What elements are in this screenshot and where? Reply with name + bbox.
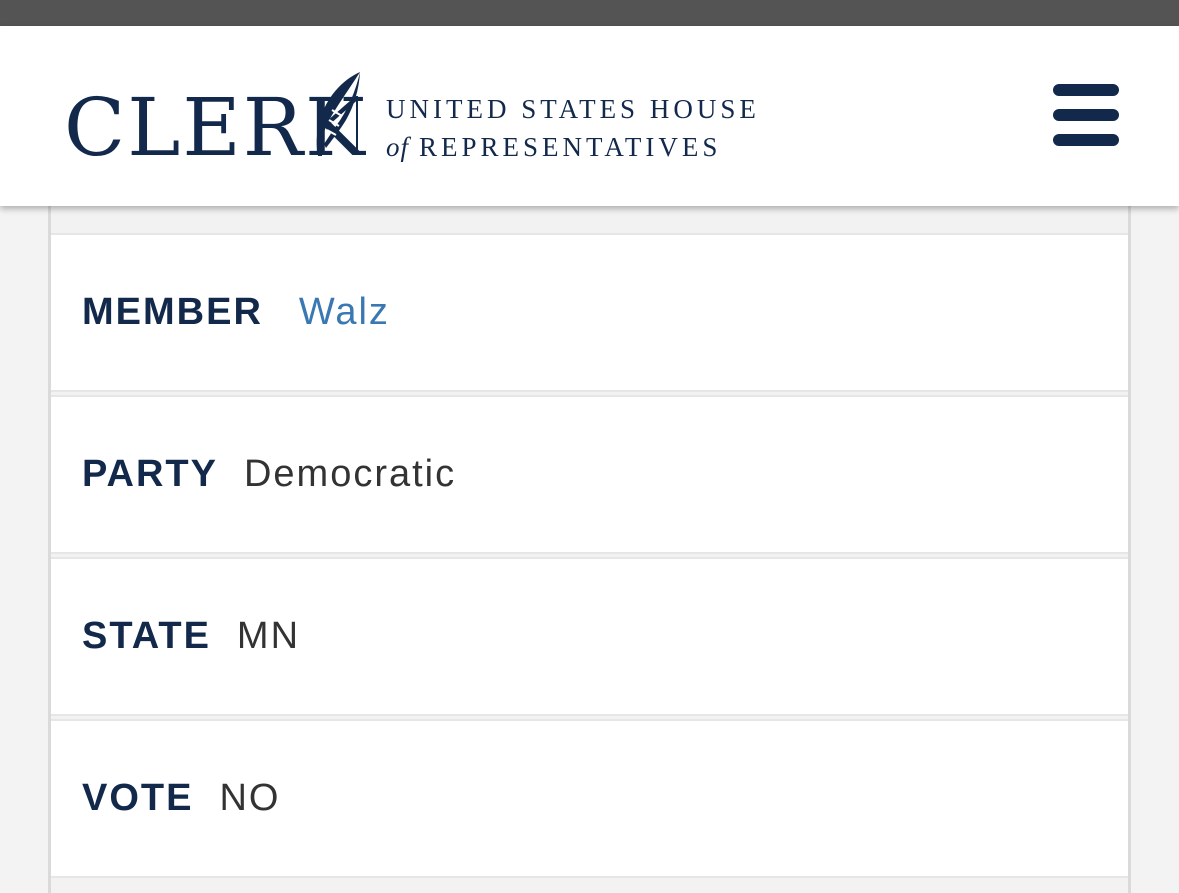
member-row: MEMBER Walz <box>51 233 1128 392</box>
house-title-line1: UNITED STATES HOUSE <box>386 94 760 124</box>
logo-divider <box>356 96 358 154</box>
house-title-of: of <box>386 132 410 162</box>
site-header: CLERK UNITED STATES HOUSE of REPRESENTATI… <box>0 26 1179 206</box>
vote-label: VOTE <box>82 777 194 819</box>
party-value: Democratic <box>243 453 457 495</box>
party-row: PARTY Democratic <box>51 395 1128 554</box>
vote-record-card: MEMBER Walz PARTY Democratic STATE MN VO… <box>48 200 1131 893</box>
party-label: PARTY <box>82 453 218 495</box>
state-value: MN <box>236 615 301 657</box>
vote-row: VOTE NO <box>51 719 1128 878</box>
member-link[interactable]: Walz <box>299 291 390 334</box>
house-title-line2: of REPRESENTATIVES <box>386 132 721 162</box>
state-label: STATE <box>82 615 211 657</box>
vote-value: NO <box>219 777 281 819</box>
member-label: MEMBER <box>82 291 263 333</box>
state-row: STATE MN <box>51 557 1128 716</box>
quill-icon <box>316 72 360 156</box>
browser-top-bar <box>0 0 1179 26</box>
house-title-representatives: REPRESENTATIVES <box>419 132 722 162</box>
hamburger-menu-icon[interactable] <box>1053 84 1119 146</box>
